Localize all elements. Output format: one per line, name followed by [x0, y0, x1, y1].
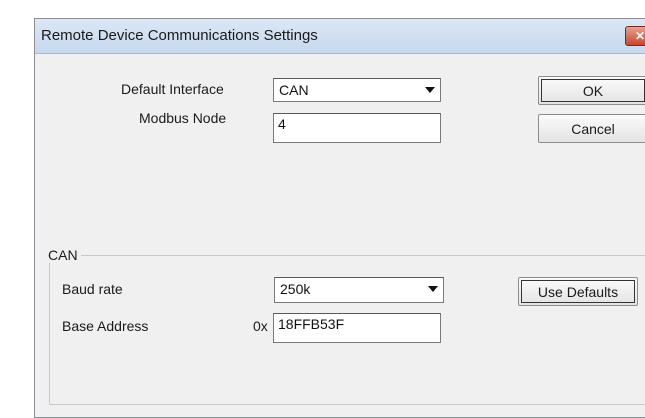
chevron-down-icon[interactable]	[427, 283, 439, 295]
default-interface-select[interactable]: CAN	[273, 78, 441, 102]
cancel-button[interactable]: Cancel	[538, 114, 645, 143]
default-interface-value: CAN	[279, 82, 309, 98]
close-icon: ✕	[634, 29, 645, 43]
dialog-body: Default Interface CAN Modbus Node 4 OK C…	[35, 54, 645, 417]
default-interface-label: Default Interface	[121, 81, 224, 97]
hex-prefix-label: 0x	[253, 318, 268, 334]
base-address-input[interactable]: 18FFB53F	[273, 313, 441, 343]
close-button[interactable]: ✕	[625, 26, 645, 46]
baud-rate-select[interactable]: 250k	[274, 277, 444, 303]
modbus-node-input[interactable]: 4	[273, 113, 441, 143]
baud-rate-value: 250k	[280, 281, 311, 297]
modbus-node-value: 4	[278, 116, 286, 132]
chevron-down-icon[interactable]	[424, 84, 436, 96]
can-group-title: CAN	[45, 247, 81, 263]
title-bar[interactable]: Remote Device Communications Settings ✕	[35, 19, 645, 54]
use-defaults-button[interactable]: Use Defaults	[518, 277, 638, 306]
modbus-node-label: Modbus Node	[139, 110, 227, 126]
base-address-value: 18FFB53F	[278, 316, 345, 332]
window-title: Remote Device Communications Settings	[41, 27, 318, 44]
settings-dialog: Remote Device Communications Settings ✕ …	[34, 18, 645, 418]
base-address-label: Base Address	[62, 318, 149, 334]
ok-button[interactable]: OK	[538, 76, 645, 105]
baud-rate-label: Baud rate	[62, 281, 123, 297]
